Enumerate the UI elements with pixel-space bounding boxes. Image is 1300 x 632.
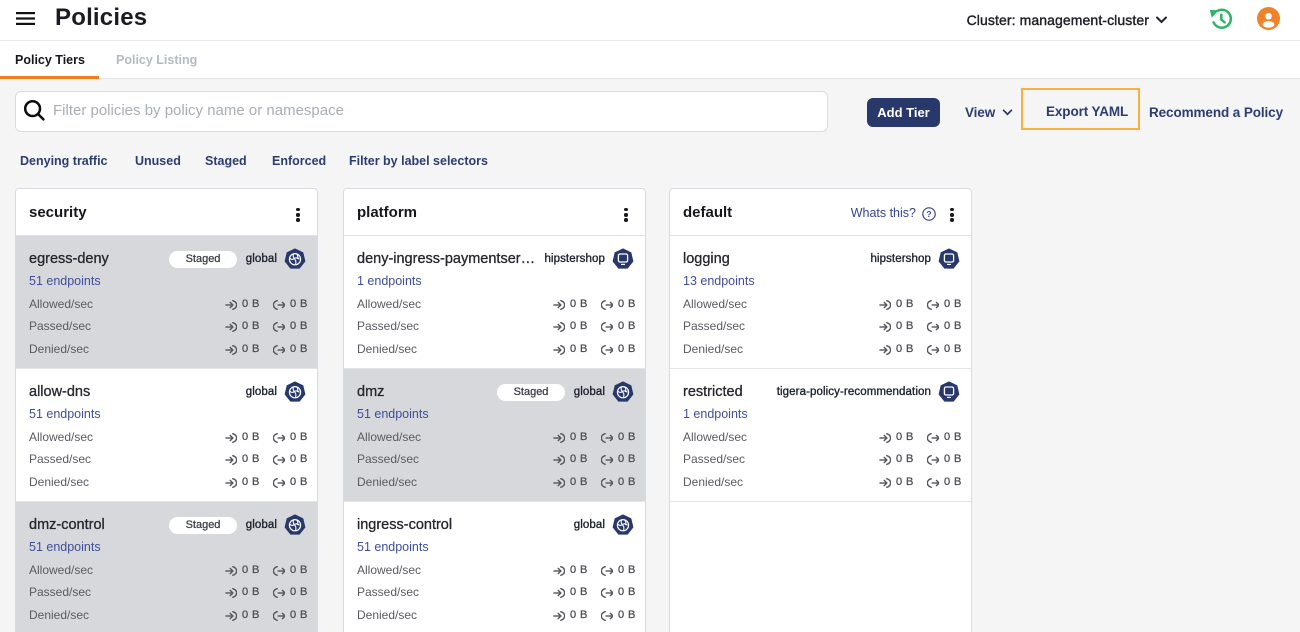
svg-text:?: ? — [926, 209, 931, 219]
